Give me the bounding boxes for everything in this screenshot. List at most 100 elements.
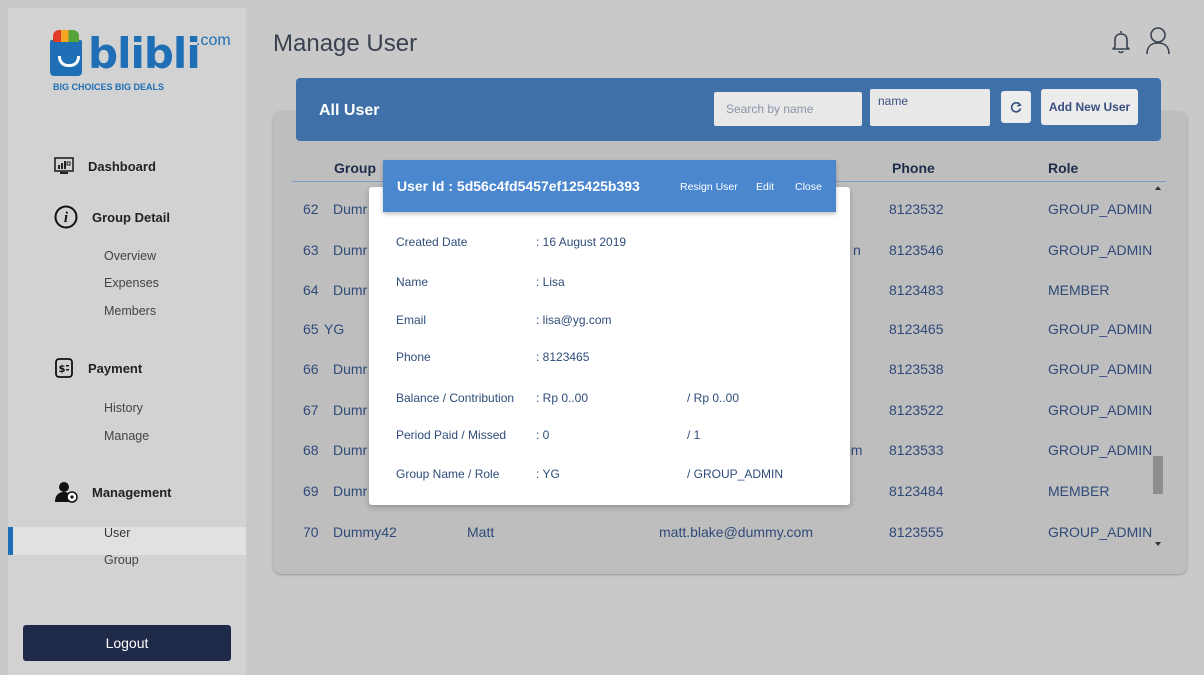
svg-text:i: i: [64, 210, 69, 226]
row-group: Dumr: [333, 242, 368, 258]
field-label: Phone: [396, 350, 431, 364]
sidebar-item-label: Management: [92, 484, 172, 500]
row-number: 63: [303, 242, 319, 258]
field-label: Group Name / Role: [396, 467, 500, 481]
info-icon: i: [54, 205, 78, 229]
sidebar-item-history[interactable]: History: [104, 401, 143, 415]
sidebar-item-dashboard[interactable]: Dashboard: [54, 156, 156, 176]
sidebar-item-user[interactable]: User: [104, 526, 130, 540]
field-label: Period Paid / Missed: [396, 428, 507, 442]
row-role: GROUP_ADMIN: [1048, 361, 1153, 377]
row-role: GROUP_ADMIN: [1048, 242, 1153, 258]
add-new-user-button[interactable]: Add New User: [1041, 89, 1138, 125]
row-email: matt.blake@dummy.com: [659, 524, 813, 540]
sidebar-item-members[interactable]: Members: [104, 304, 156, 318]
field-value: : 16 August 2019: [536, 235, 627, 249]
field-value: : Rp 0..00: [536, 391, 589, 405]
sidebar-item-manage[interactable]: Manage: [104, 429, 149, 443]
user-management-icon: [54, 482, 78, 503]
sidebar-item-management[interactable]: Management: [54, 482, 172, 503]
sidebar-item-label: Group Detail: [92, 209, 171, 225]
scroll-down-arrow-icon[interactable]: [1155, 542, 1161, 546]
payment-icon: $: [54, 358, 74, 378]
row-number: 62: [303, 201, 319, 217]
page-title: Manage User: [273, 30, 418, 57]
row-phone: 8123465: [889, 321, 944, 337]
field-value: : lisa@yg.com: [536, 313, 612, 327]
blibli-logo[interactable]: blibli .com BIG CHOICES BIG DEALS: [50, 28, 231, 92]
row-phone: 8123484: [889, 483, 944, 499]
row-name: Matt: [467, 524, 495, 540]
field-label: Email: [396, 313, 427, 327]
field-value-secondary: / Rp 0..00: [687, 391, 740, 405]
field-value: : 0: [536, 428, 550, 442]
active-indicator: [8, 527, 13, 555]
row-number: 69: [303, 483, 319, 499]
field-value-secondary: / 1: [687, 428, 701, 442]
field-value: : Lisa: [536, 275, 565, 289]
row-role: MEMBER: [1048, 483, 1110, 499]
row-number: 66: [303, 361, 319, 377]
logo-suffix: .com: [196, 32, 231, 49]
sidebar-item-label: Payment: [88, 360, 143, 376]
row-phone: 8123546: [889, 242, 944, 258]
row-phone: 8123538: [889, 361, 944, 377]
row-group: Dumr: [333, 282, 368, 298]
field-label: Balance / Contribution: [396, 391, 515, 405]
row-role: MEMBER: [1048, 282, 1110, 298]
sidebar-item-expenses[interactable]: Expenses: [104, 276, 159, 290]
row-group: Dumr: [333, 361, 368, 377]
sort-by-select[interactable]: name: [870, 89, 990, 126]
row-group: YG: [324, 321, 345, 337]
profile-icon[interactable]: [1145, 26, 1171, 56]
search-input[interactable]: [714, 92, 862, 126]
logo-text: blibli: [88, 29, 201, 78]
row-role: GROUP_ADMIN: [1048, 402, 1153, 418]
sidebar-item-overview[interactable]: Overview: [104, 249, 156, 263]
row-phone: 8123522: [889, 402, 944, 418]
row-group: Dumr: [333, 483, 368, 499]
row-role: GROUP_ADMIN: [1048, 201, 1153, 217]
column-header-phone[interactable]: Phone: [892, 160, 935, 176]
scrollbar-thumb[interactable]: [1153, 456, 1163, 494]
refresh-button[interactable]: [1001, 91, 1031, 123]
row-phone: 8123532: [889, 201, 944, 217]
scroll-up-arrow-icon[interactable]: [1155, 186, 1161, 190]
column-header-role[interactable]: Role: [1048, 160, 1078, 176]
field-label: Name: [396, 275, 429, 289]
modal-title: User Id : 5d56c4fd5457ef125425b393: [397, 178, 640, 194]
row-number: 68: [303, 442, 319, 458]
close-button[interactable]: Close: [795, 181, 822, 193]
field-label: Created Date: [396, 235, 468, 249]
row-number: 64: [303, 282, 319, 298]
field-value: : 8123465: [536, 350, 590, 364]
shopping-bag-icon: [50, 30, 82, 76]
sidebar: blibli .com BIG CHOICES BIG DEALS Dashbo…: [8, 8, 246, 675]
row-number: 67: [303, 402, 319, 418]
row-group: Dumr: [333, 201, 368, 217]
edit-button[interactable]: Edit: [756, 181, 774, 193]
column-header-group[interactable]: Group: [334, 160, 376, 176]
row-phone: 8123533: [889, 442, 944, 458]
logout-button[interactable]: Logout: [23, 625, 231, 661]
field-value-secondary: / GROUP_ADMIN: [687, 467, 784, 481]
bell-icon[interactable]: [1111, 28, 1131, 56]
refresh-icon: [1010, 102, 1022, 113]
row-number: 70: [303, 524, 319, 540]
sidebar-item-group-detail[interactable]: i Group Detail: [54, 205, 170, 229]
sidebar-item-label: Dashboard: [88, 158, 156, 174]
row-phone: 8123483: [889, 282, 944, 298]
svg-text:$: $: [59, 364, 66, 375]
row-phone: 8123555: [889, 524, 944, 540]
resign-user-button[interactable]: Resign User: [680, 181, 738, 193]
row-role: GROUP_ADMIN: [1048, 442, 1153, 458]
row-email: n: [853, 242, 861, 258]
table-row[interactable]: 70 Dummy42 Matt matt.blake@dummy.com 812…: [292, 524, 1152, 564]
dashboard-icon: [54, 156, 74, 176]
sidebar-item-group[interactable]: Group: [104, 553, 139, 567]
toolbar-title: All User: [319, 102, 380, 119]
table-scrollbar[interactable]: [1152, 184, 1164, 548]
row-group: Dumr: [333, 442, 368, 458]
logo-tagline: BIG CHOICES BIG DEALS: [53, 82, 165, 92]
sidebar-item-payment[interactable]: $ Payment: [54, 358, 142, 378]
